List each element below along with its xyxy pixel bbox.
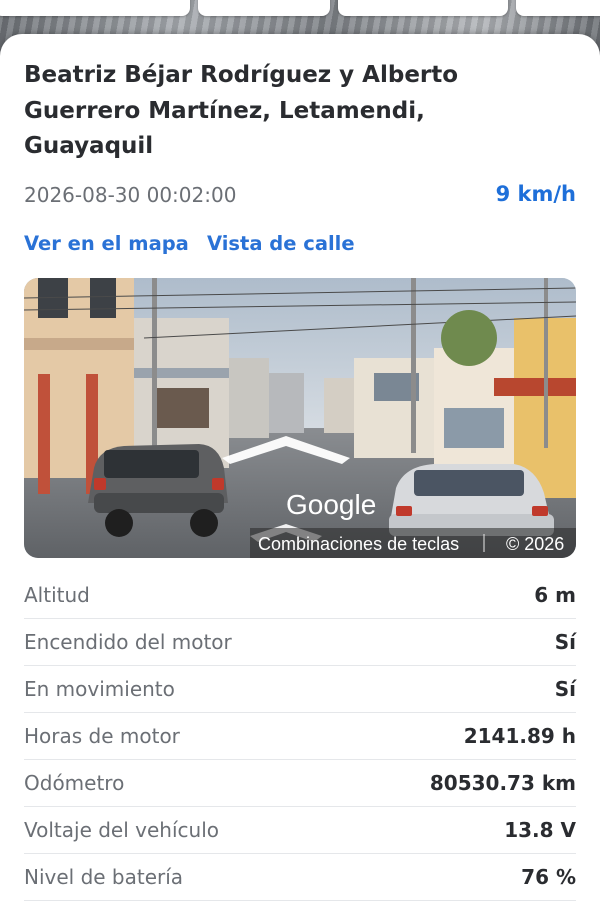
- detail-label: Altitud: [24, 583, 90, 607]
- detail-value: 6 m: [534, 583, 576, 607]
- detail-row-voltage: Voltaje del vehículo 13.8 V: [24, 807, 576, 854]
- street-view-link[interactable]: Vista de calle: [207, 232, 355, 255]
- keyboard-shortcuts-link[interactable]: Combinaciones de teclas: [258, 534, 459, 554]
- detail-label: Odómetro: [24, 771, 125, 795]
- detail-value: 2141.89 h: [463, 724, 576, 748]
- google-logo: Google: [286, 489, 376, 520]
- detail-row-ignition: Encendido del motor Sí: [24, 619, 576, 666]
- top-tab-3[interactable]: [338, 0, 508, 16]
- details-list: Altitud 6 m Encendido del motor Sí En mo…: [24, 572, 576, 901]
- top-tab-1[interactable]: [0, 0, 190, 16]
- timestamp: 2026-08-30 00:02:00: [24, 183, 237, 207]
- detail-row-moving: En movimiento Sí: [24, 666, 576, 713]
- top-tab-2[interactable]: [198, 0, 330, 16]
- location-title: Beatriz Béjar Rodríguez y Alberto Guerre…: [24, 62, 459, 159]
- detail-value: 76 %: [521, 865, 576, 889]
- meta-row: 2026-08-30 00:02:00 9 km/h: [24, 182, 576, 213]
- detail-value: 80530.73 km: [429, 771, 576, 795]
- street-view-panorama[interactable]: Google Combinaciones de teclas © 2026: [24, 278, 576, 558]
- detail-row-odometer: Odómetro 80530.73 km: [24, 760, 576, 807]
- top-tab-4[interactable]: [516, 0, 600, 16]
- detail-row-altitude: Altitud 6 m: [24, 572, 576, 619]
- copyright-text: © 2026: [506, 534, 564, 554]
- view-on-map-link[interactable]: Ver en el mapa: [24, 232, 189, 255]
- detail-label: En movimiento: [24, 677, 175, 701]
- detail-value: 13.8 V: [504, 818, 576, 842]
- detail-row-engine-hours: Horas de motor 2141.89 h: [24, 713, 576, 760]
- detail-label: Encendido del motor: [24, 630, 232, 654]
- detail-label: Horas de motor: [24, 724, 180, 748]
- detail-label: Voltaje del vehículo: [24, 818, 219, 842]
- detail-value: Sí: [554, 677, 576, 701]
- top-tabs: [0, 0, 600, 18]
- speed-value: 9 km/h: [495, 182, 576, 206]
- detail-value: Sí: [554, 630, 576, 654]
- street-view-image: Google Combinaciones de teclas © 2026: [24, 278, 576, 558]
- detail-label: Nivel de batería: [24, 865, 184, 889]
